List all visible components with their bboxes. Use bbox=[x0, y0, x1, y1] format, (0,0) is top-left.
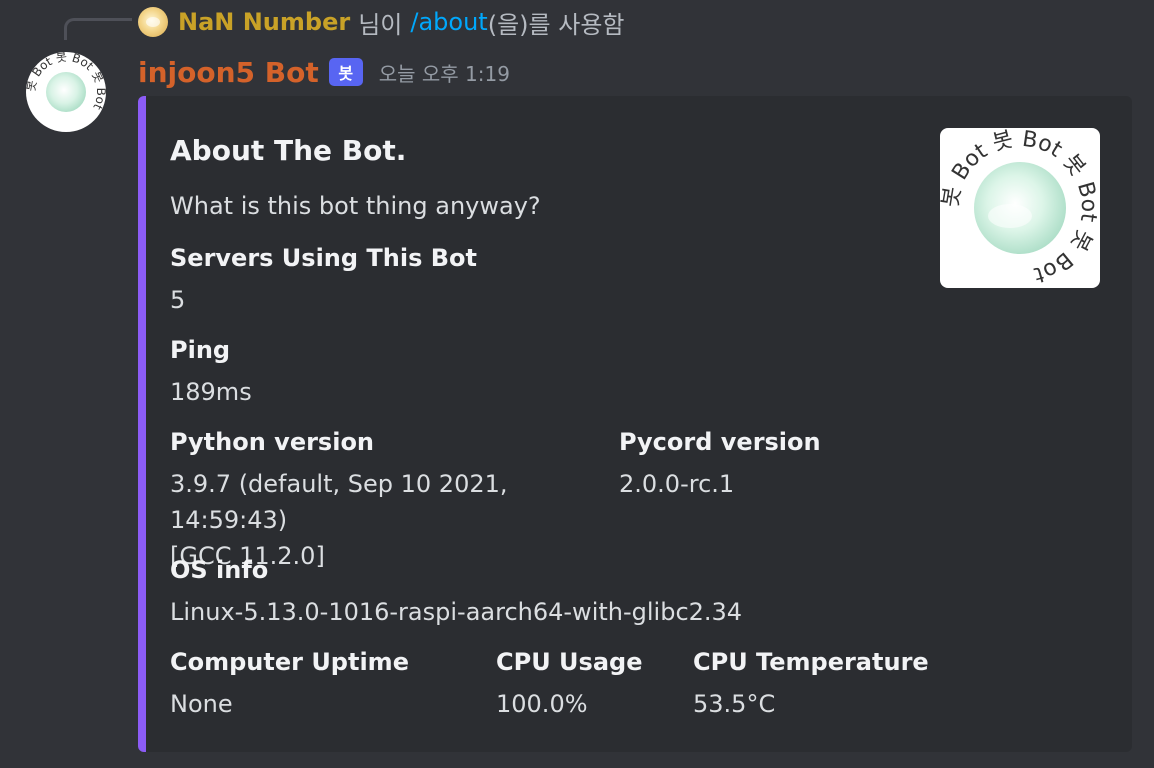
reply-username[interactable]: NaN Number bbox=[178, 8, 350, 36]
reply-command[interactable]: /about bbox=[410, 8, 487, 36]
field-cpu-usage-name: CPU Usage bbox=[496, 648, 643, 676]
embed-thumbnail[interactable]: 봇 Bot 봇 Bot 봇 Bot 봇 Bot bbox=[940, 128, 1100, 288]
field-cpu-usage: CPU Usage 100.0% bbox=[496, 646, 642, 722]
field-cpu-usage-value: 100.0% bbox=[496, 690, 588, 718]
reply-user-avatar[interactable] bbox=[138, 7, 168, 37]
message-timestamp[interactable]: 오늘 오후 1:19 bbox=[379, 58, 510, 87]
field-python: Python version 3.9.7 (default, Sep 10 20… bbox=[170, 426, 610, 574]
message-header: injoon5 Bot 봇 오늘 오후 1:19 bbox=[138, 52, 510, 92]
bot-avatar[interactable]: 봇 Bot 봇 Bot 봇 Bot bbox=[26, 52, 106, 132]
field-pycord-value: 2.0.0-rc.1 bbox=[619, 470, 735, 498]
field-uptime: Computer Uptime None bbox=[170, 646, 409, 722]
bot-tag-badge: 봇 bbox=[328, 58, 363, 86]
field-ping-value: 189ms bbox=[170, 378, 252, 406]
field-cpu-temp-value: 53.5°C bbox=[693, 690, 776, 718]
embed-description: What is this bot thing anyway? bbox=[170, 192, 541, 220]
field-python-name: Python version bbox=[170, 428, 375, 456]
reply-connector-line bbox=[64, 18, 132, 40]
bot-avatar-image: 봇 Bot 봇 Bot 봇 Bot bbox=[26, 52, 106, 112]
field-pycord-name: Pycord version bbox=[619, 428, 821, 456]
field-os: OS info Linux-5.13.0-1016-raspi-aarch64-… bbox=[170, 554, 742, 630]
embed-title: About The Bot. bbox=[170, 134, 407, 167]
field-uptime-value: None bbox=[170, 690, 233, 718]
field-cpu-temp: CPU Temperature 53.5°C bbox=[693, 646, 929, 722]
embed-card: About The Bot. What is this bot thing an… bbox=[138, 96, 1132, 752]
field-ping: Ping 189ms bbox=[170, 334, 252, 410]
field-ping-name: Ping bbox=[170, 336, 231, 364]
field-servers: Servers Using This Bot 5 bbox=[170, 242, 477, 318]
reply-text-after: (을)를 사용함 bbox=[487, 10, 625, 39]
reply-reference[interactable]: NaN Number 님이 /about (을)를 사용함 bbox=[138, 6, 625, 39]
bot-username[interactable]: injoon5 Bot bbox=[138, 56, 319, 89]
field-uptime-name: Computer Uptime bbox=[170, 648, 409, 676]
field-python-value-line1: 3.9.7 (default, Sep 10 2021, 14:59:43) bbox=[170, 470, 508, 534]
field-cpu-temp-name: CPU Temperature bbox=[693, 648, 929, 676]
field-pycord: Pycord version 2.0.0-rc.1 bbox=[619, 426, 821, 502]
field-servers-name: Servers Using This Bot bbox=[170, 244, 477, 272]
field-os-value: Linux-5.13.0-1016-raspi-aarch64-with-gli… bbox=[170, 598, 743, 626]
reply-text-before: 님이 bbox=[358, 10, 403, 39]
field-os-name: OS info bbox=[170, 556, 269, 584]
embed-thumbnail-image: 봇 Bot 봇 Bot 봇 Bot 봇 Bot bbox=[940, 128, 1100, 287]
field-servers-value: 5 bbox=[170, 286, 186, 314]
